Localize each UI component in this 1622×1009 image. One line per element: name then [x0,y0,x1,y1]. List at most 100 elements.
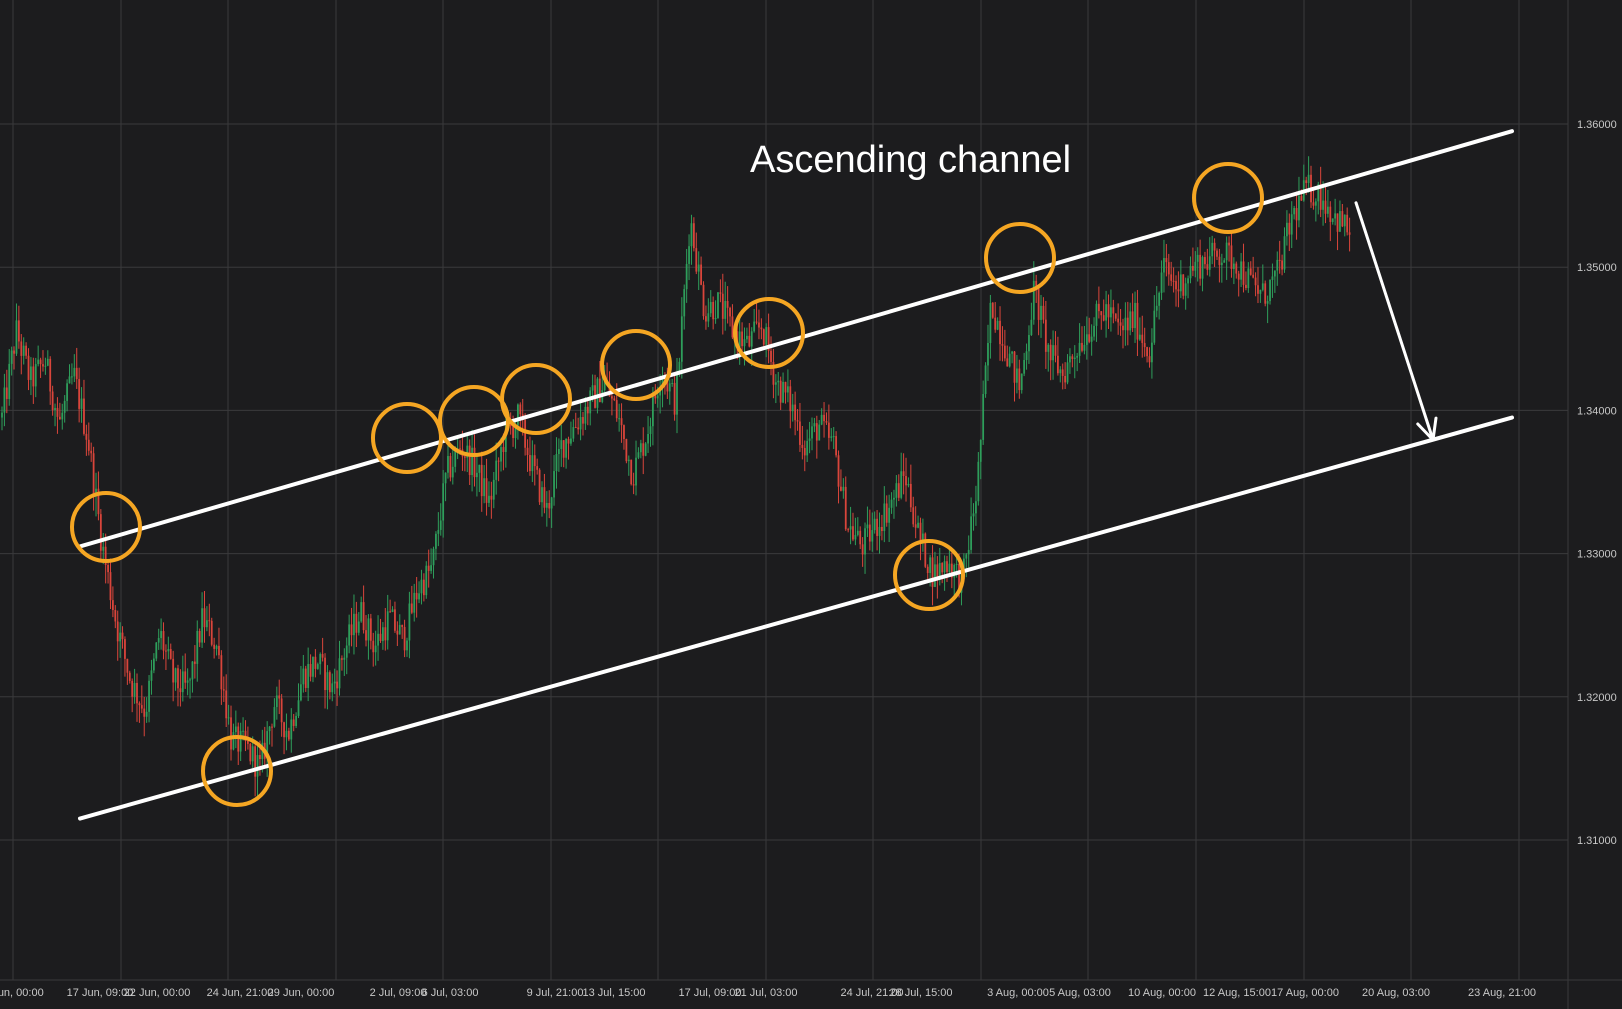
candle-down [1341,211,1344,227]
candle-down [225,690,228,719]
candle-up [1134,302,1136,329]
candle-down [1230,245,1233,270]
candle-down [92,453,95,497]
candle-down [278,695,281,699]
x-tick-label: 9 Jul, 21:00 [527,987,584,999]
candle-up [242,730,244,732]
candle-down [1191,265,1194,271]
candle-up [1020,373,1023,391]
candle-down [789,386,792,412]
candle-down [1305,180,1308,183]
candle-down [114,609,117,622]
candle-up [1259,289,1262,294]
candle-down [1237,273,1240,280]
candle-up [348,624,351,646]
candle-up [1151,342,1153,363]
candle-up [849,526,852,530]
candle-down [835,436,838,456]
candle-up [492,479,495,500]
candle-down [1001,344,1004,346]
candle-down [611,396,613,399]
candle-down [485,478,488,503]
candle-down [271,726,273,728]
candle-down [20,341,23,356]
candle-up [811,426,813,439]
candle-down [203,608,206,628]
candle-up [500,447,502,462]
candle-down [401,624,404,627]
candle-up [685,263,688,290]
candle-up [343,657,346,660]
candle-up [1223,260,1226,263]
candle-up [743,339,746,347]
candle-down [1097,303,1100,312]
candle-up [866,524,869,529]
candle-down [355,613,358,633]
candle-down [17,320,20,342]
candle-up [649,426,652,434]
candle-down [1257,285,1259,294]
candle-up [596,378,599,408]
candle-down [42,364,44,367]
candle-up [413,592,416,613]
candle-up [550,497,553,509]
candle-up [832,436,835,438]
candle-down [1170,274,1173,281]
candle-down [1100,311,1103,316]
candle-down [246,740,249,744]
candle-down [721,293,724,319]
candle-down [905,475,907,486]
candle-down [695,248,698,272]
candle-up [557,449,560,455]
candle-down [779,380,782,403]
candle-up [471,447,473,476]
candle-up [806,440,809,456]
candle-up [1008,353,1011,367]
candle-up [907,483,910,486]
candle-up [1194,261,1197,271]
candle-down [292,719,295,726]
candle-down [1175,281,1177,290]
candle-up [353,613,355,636]
candle-down [1013,351,1016,383]
candle-down [1122,325,1124,331]
candle-down [473,447,476,478]
candle-up [1184,283,1187,296]
candle-up [589,390,592,414]
candle-down [39,359,42,365]
candle-down [613,398,616,401]
candle-down [526,447,529,456]
candle-down [885,503,888,523]
candle-up [295,715,298,726]
candle-up [1266,301,1269,304]
candle-up [46,358,49,366]
candle-down [324,657,326,691]
candle-down [502,447,505,453]
x-tick-label: 22 Jun, 00:00 [124,987,191,999]
candle-up [560,440,563,450]
candle-up [1110,307,1112,318]
x-tick-label: 29 Jun, 00:00 [268,987,335,999]
candle-up [989,302,992,344]
candle-up [155,642,158,659]
candle-up [437,529,440,534]
candle-down [770,350,772,362]
candle-up [234,726,237,733]
x-tick-label: 10 Aug, 00:00 [1128,987,1196,999]
candle-down [844,486,847,530]
candle-up [707,313,710,322]
x-tick-label: 20 Aug, 03:00 [1362,987,1430,999]
candle-up [883,503,886,532]
y-tick-label: 1.36000 [1577,119,1617,131]
candle-up [1093,325,1095,337]
candle-up [1261,283,1264,290]
candle-up [150,670,153,681]
candle-up [830,436,833,438]
candle-up [1343,214,1346,227]
candle-down [999,320,1001,345]
candle-up [1276,259,1279,271]
candle-down [280,698,283,723]
candle-up [873,518,876,531]
candle-down [852,526,854,540]
candle-down [362,602,365,631]
